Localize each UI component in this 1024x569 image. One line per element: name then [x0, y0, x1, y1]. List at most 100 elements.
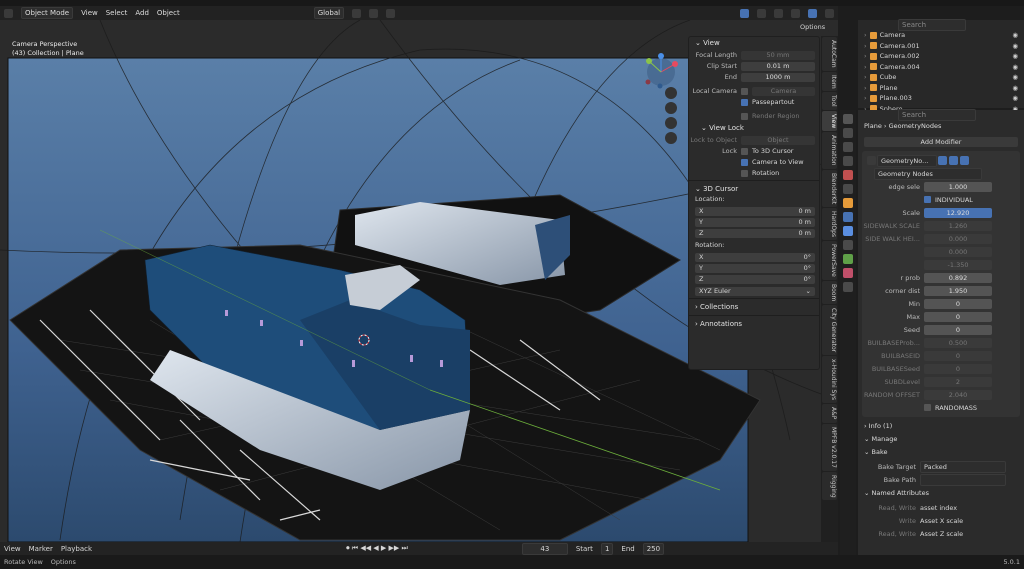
visibility-eye-icon[interactable]: ◉ — [1012, 42, 1018, 50]
start-frame-field[interactable]: 1 — [600, 542, 614, 555]
lock-object-field[interactable]: Object — [741, 135, 815, 145]
tab-hardops[interactable]: HardOps — [822, 208, 837, 241]
editor-type-icon[interactable] — [4, 8, 13, 18]
physics-tab-icon[interactable] — [843, 240, 853, 250]
proportional-icon[interactable] — [386, 8, 396, 18]
rotation-lock-checkbox[interactable] — [741, 169, 748, 177]
data-tab-icon[interactable] — [843, 254, 853, 264]
end-frame-field[interactable]: 250 — [642, 542, 665, 555]
menu-select[interactable]: Select — [106, 9, 128, 17]
expand-arrow-icon[interactable]: › — [864, 52, 867, 60]
expand-arrow-icon[interactable]: › — [864, 42, 867, 50]
tab-a-p[interactable]: A&P — [822, 404, 837, 423]
node-group-field[interactable]: Geometry Nodes — [874, 167, 982, 180]
outliner-item[interactable]: › Camera.004 ◉ — [858, 62, 1024, 73]
editmode-toggle-icon[interactable] — [938, 156, 947, 165]
timeline-marker-menu[interactable]: Marker — [29, 545, 53, 553]
overlay-icon[interactable] — [757, 8, 766, 18]
outliner-item[interactable]: › Camera.002 ◉ — [858, 51, 1024, 62]
param-value-field[interactable]: 2 — [924, 376, 992, 387]
expand-arrow-icon[interactable]: › — [864, 73, 867, 81]
camera-view-icon[interactable] — [665, 117, 677, 129]
annotations-header[interactable]: › Annotations — [689, 318, 819, 330]
outliner-item[interactable]: › Plane ◉ — [858, 83, 1024, 94]
visibility-eye-icon[interactable]: ◉ — [1012, 73, 1018, 81]
local-camera-checkbox[interactable] — [741, 87, 748, 95]
pivot-icon[interactable] — [352, 8, 362, 18]
cursor-loc-x-field[interactable]: X 0 m — [695, 206, 815, 216]
tab-x-houdini-sys[interactable]: x-Houdini Sys — [822, 356, 837, 404]
param-value-field[interactable]: 0 — [924, 298, 992, 309]
param-value-field[interactable]: 12.920 — [924, 207, 992, 218]
scene-tab-icon[interactable] — [843, 170, 853, 180]
particles-tab-icon[interactable] — [843, 226, 853, 236]
xray-icon[interactable] — [774, 8, 783, 18]
options-button[interactable]: Options — [796, 22, 830, 32]
texture-tab-icon[interactable] — [843, 282, 853, 292]
world-tab-icon[interactable] — [843, 184, 853, 194]
object-tab-icon[interactable] — [843, 198, 853, 208]
tab-rigging[interactable]: Rigging — [822, 471, 837, 501]
tab-tool[interactable]: Tool — [822, 92, 837, 110]
visibility-eye-icon[interactable]: ◉ — [1012, 31, 1018, 39]
timeline-view-menu[interactable]: View — [4, 545, 21, 553]
tab-animation[interactable]: Animation — [822, 132, 837, 169]
cursor-rot-z-field[interactable]: Z 0° — [695, 274, 815, 284]
tab-boom[interactable]: Boom — [822, 280, 837, 305]
tab-blenderkit[interactable]: BlenderKit — [822, 169, 837, 208]
cursor-loc-y-field[interactable]: Y 0 m — [695, 217, 815, 227]
expand-arrow-icon[interactable]: › — [864, 84, 867, 92]
named-attributes-header[interactable]: ⌄ Named Attributes — [858, 487, 1024, 500]
render-tab-icon[interactable] — [843, 128, 853, 138]
param-value-field[interactable]: -1.350 — [924, 259, 992, 270]
expand-arrow-icon[interactable]: › — [864, 94, 867, 102]
cursor-rot-x-field[interactable]: X 0° — [695, 252, 815, 262]
tab-powersave[interactable]: PowerSave — [822, 241, 837, 280]
modifier-tab-icon[interactable] — [843, 212, 853, 222]
tab-city-generator[interactable]: City Generator — [822, 305, 837, 356]
local-camera-field[interactable]: Camera — [752, 86, 815, 96]
tab-item[interactable]: Item — [822, 71, 837, 92]
clip-start-field[interactable]: 0.01 m — [741, 61, 815, 71]
param-value-field[interactable]: 0 — [924, 324, 992, 335]
pan-hand-icon[interactable] — [665, 102, 677, 114]
cursor-rot-y-field[interactable]: Y 0° — [695, 263, 815, 273]
shading-solid-icon[interactable] — [791, 8, 800, 18]
focal-length-field[interactable]: 50 mm — [741, 50, 815, 60]
view-panel-header[interactable]: ⌄ View — [689, 37, 819, 49]
to-cursor-checkbox[interactable] — [741, 147, 748, 155]
cursor-loc-z-field[interactable]: Z 0 m — [695, 228, 815, 238]
playback-controls[interactable]: ⏺ ⏮ ◀◀ ◀ ▶ ▶▶ ⏭ — [346, 544, 408, 553]
view-lock-header[interactable]: ⌄ View Lock — [689, 122, 819, 134]
material-tab-icon[interactable] — [843, 268, 853, 278]
orientation-dropdown[interactable]: Global — [313, 7, 345, 19]
gizmo-icon[interactable] — [740, 8, 749, 18]
param-value-field[interactable]: 0.500 — [924, 337, 992, 348]
param-value-field[interactable]: 0.892 — [924, 272, 992, 283]
param-checkbox[interactable] — [924, 196, 931, 203]
mode-dropdown[interactable]: Object Mode — [21, 7, 74, 19]
menu-object[interactable]: Object — [157, 9, 180, 17]
modifier-name-field[interactable]: GeometryNo... — [877, 154, 937, 167]
render-toggle-icon[interactable] — [960, 156, 969, 165]
outliner-item[interactable]: › Cube ◉ — [858, 72, 1024, 83]
outliner-item[interactable]: › Camera ◉ — [858, 30, 1024, 41]
bake-target-dropdown[interactable]: Packed — [920, 460, 1006, 473]
param-value-field[interactable]: 2.040 — [924, 389, 992, 400]
output-tab-icon[interactable] — [843, 142, 853, 152]
zoom-icon[interactable] — [665, 87, 677, 99]
3d-cursor-header[interactable]: ⌄ 3D Cursor — [689, 183, 819, 195]
tab-mpfb-v2-0-17[interactable]: MPFB v2.0.17 — [822, 423, 837, 471]
visibility-eye-icon[interactable]: ◉ — [1012, 63, 1018, 71]
outliner-search-input[interactable]: Search — [898, 19, 966, 31]
param-checkbox[interactable] — [924, 404, 931, 411]
tab-view[interactable]: View — [822, 110, 837, 132]
outliner-item[interactable]: › Plane.003 ◉ — [858, 93, 1024, 104]
menu-view[interactable]: View — [81, 9, 98, 17]
menu-add[interactable]: Add — [135, 9, 149, 17]
param-value-field[interactable]: 1.260 — [924, 220, 992, 231]
expand-arrow-icon[interactable]: › — [864, 63, 867, 71]
collections-header[interactable]: › Collections — [689, 301, 819, 313]
timeline-playback-menu[interactable]: Playback — [61, 545, 92, 553]
clip-end-field[interactable]: 1000 m — [741, 72, 815, 82]
